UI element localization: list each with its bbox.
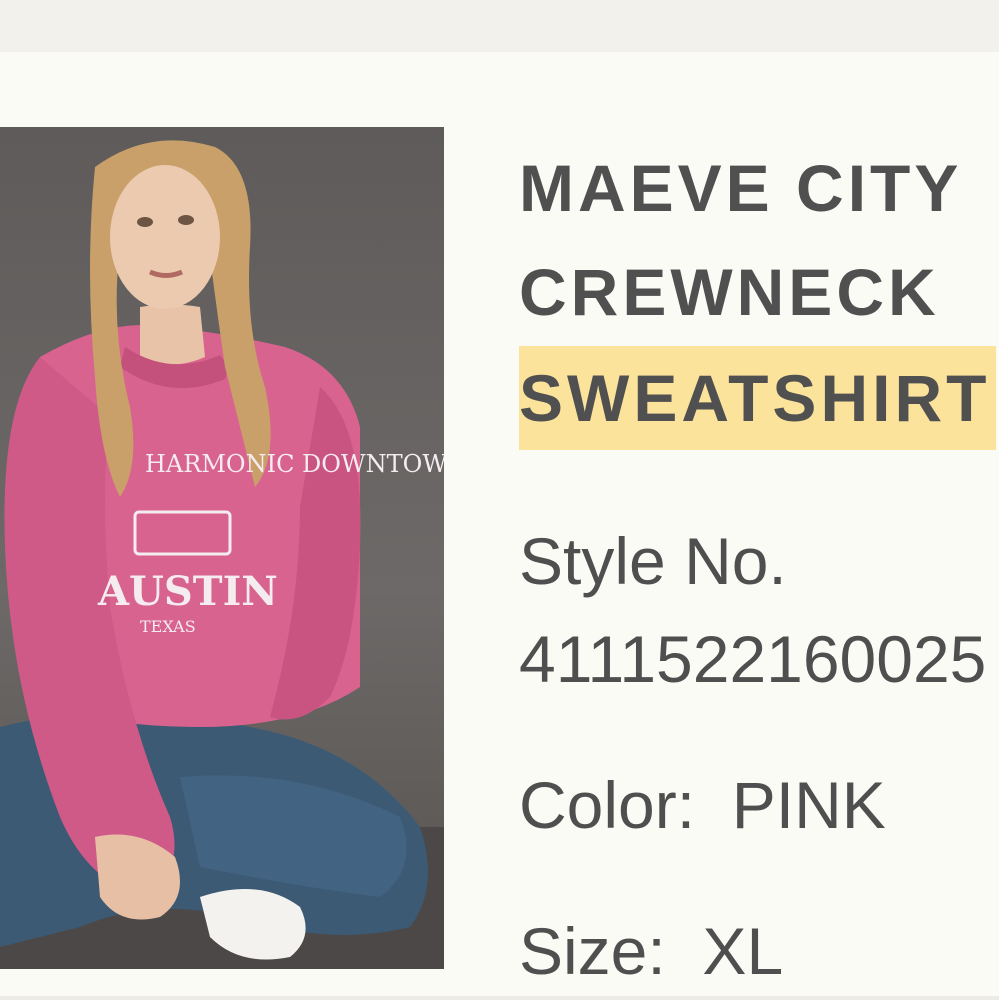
style-label: Style No. <box>519 524 787 598</box>
shirt-print-city: AUSTIN <box>97 568 278 615</box>
top-bar <box>0 0 999 52</box>
title-line-2: CREWNECK <box>519 255 940 329</box>
product-title: MAEVE CITY CREWNECK SWEATSHIRT <box>519 136 999 450</box>
color-label: Color: <box>519 768 696 842</box>
style-value: 4111522160025 <box>519 622 987 696</box>
size-spec: Size: XL <box>519 902 999 1000</box>
neck <box>140 304 205 365</box>
bottom-divider <box>0 996 999 1000</box>
product-details: MAEVE CITY CREWNECK SWEATSHIRT Style No.… <box>519 136 999 1000</box>
color-spec: Color: PINK <box>519 756 999 854</box>
eye-right <box>178 215 194 225</box>
title-line-1: MAEVE CITY <box>519 151 963 225</box>
eye-left <box>137 217 153 227</box>
size-label: Size: <box>519 914 666 988</box>
style-number: Style No. 4111522160025 <box>519 512 999 708</box>
title-line-3-highlighted: SWEATSHIRT <box>519 346 997 450</box>
face <box>110 165 220 309</box>
product-image[interactable]: HARMONIC DOWNTOWN AUSTIN TEXAS <box>0 127 444 969</box>
size-value: XL <box>702 914 784 988</box>
shirt-print-top: HARMONIC DOWNTOWN <box>145 450 444 478</box>
product-photo: HARMONIC DOWNTOWN AUSTIN TEXAS <box>0 140 444 969</box>
color-value: PINK <box>731 768 886 842</box>
shirt-print-state: TEXAS <box>140 617 196 636</box>
